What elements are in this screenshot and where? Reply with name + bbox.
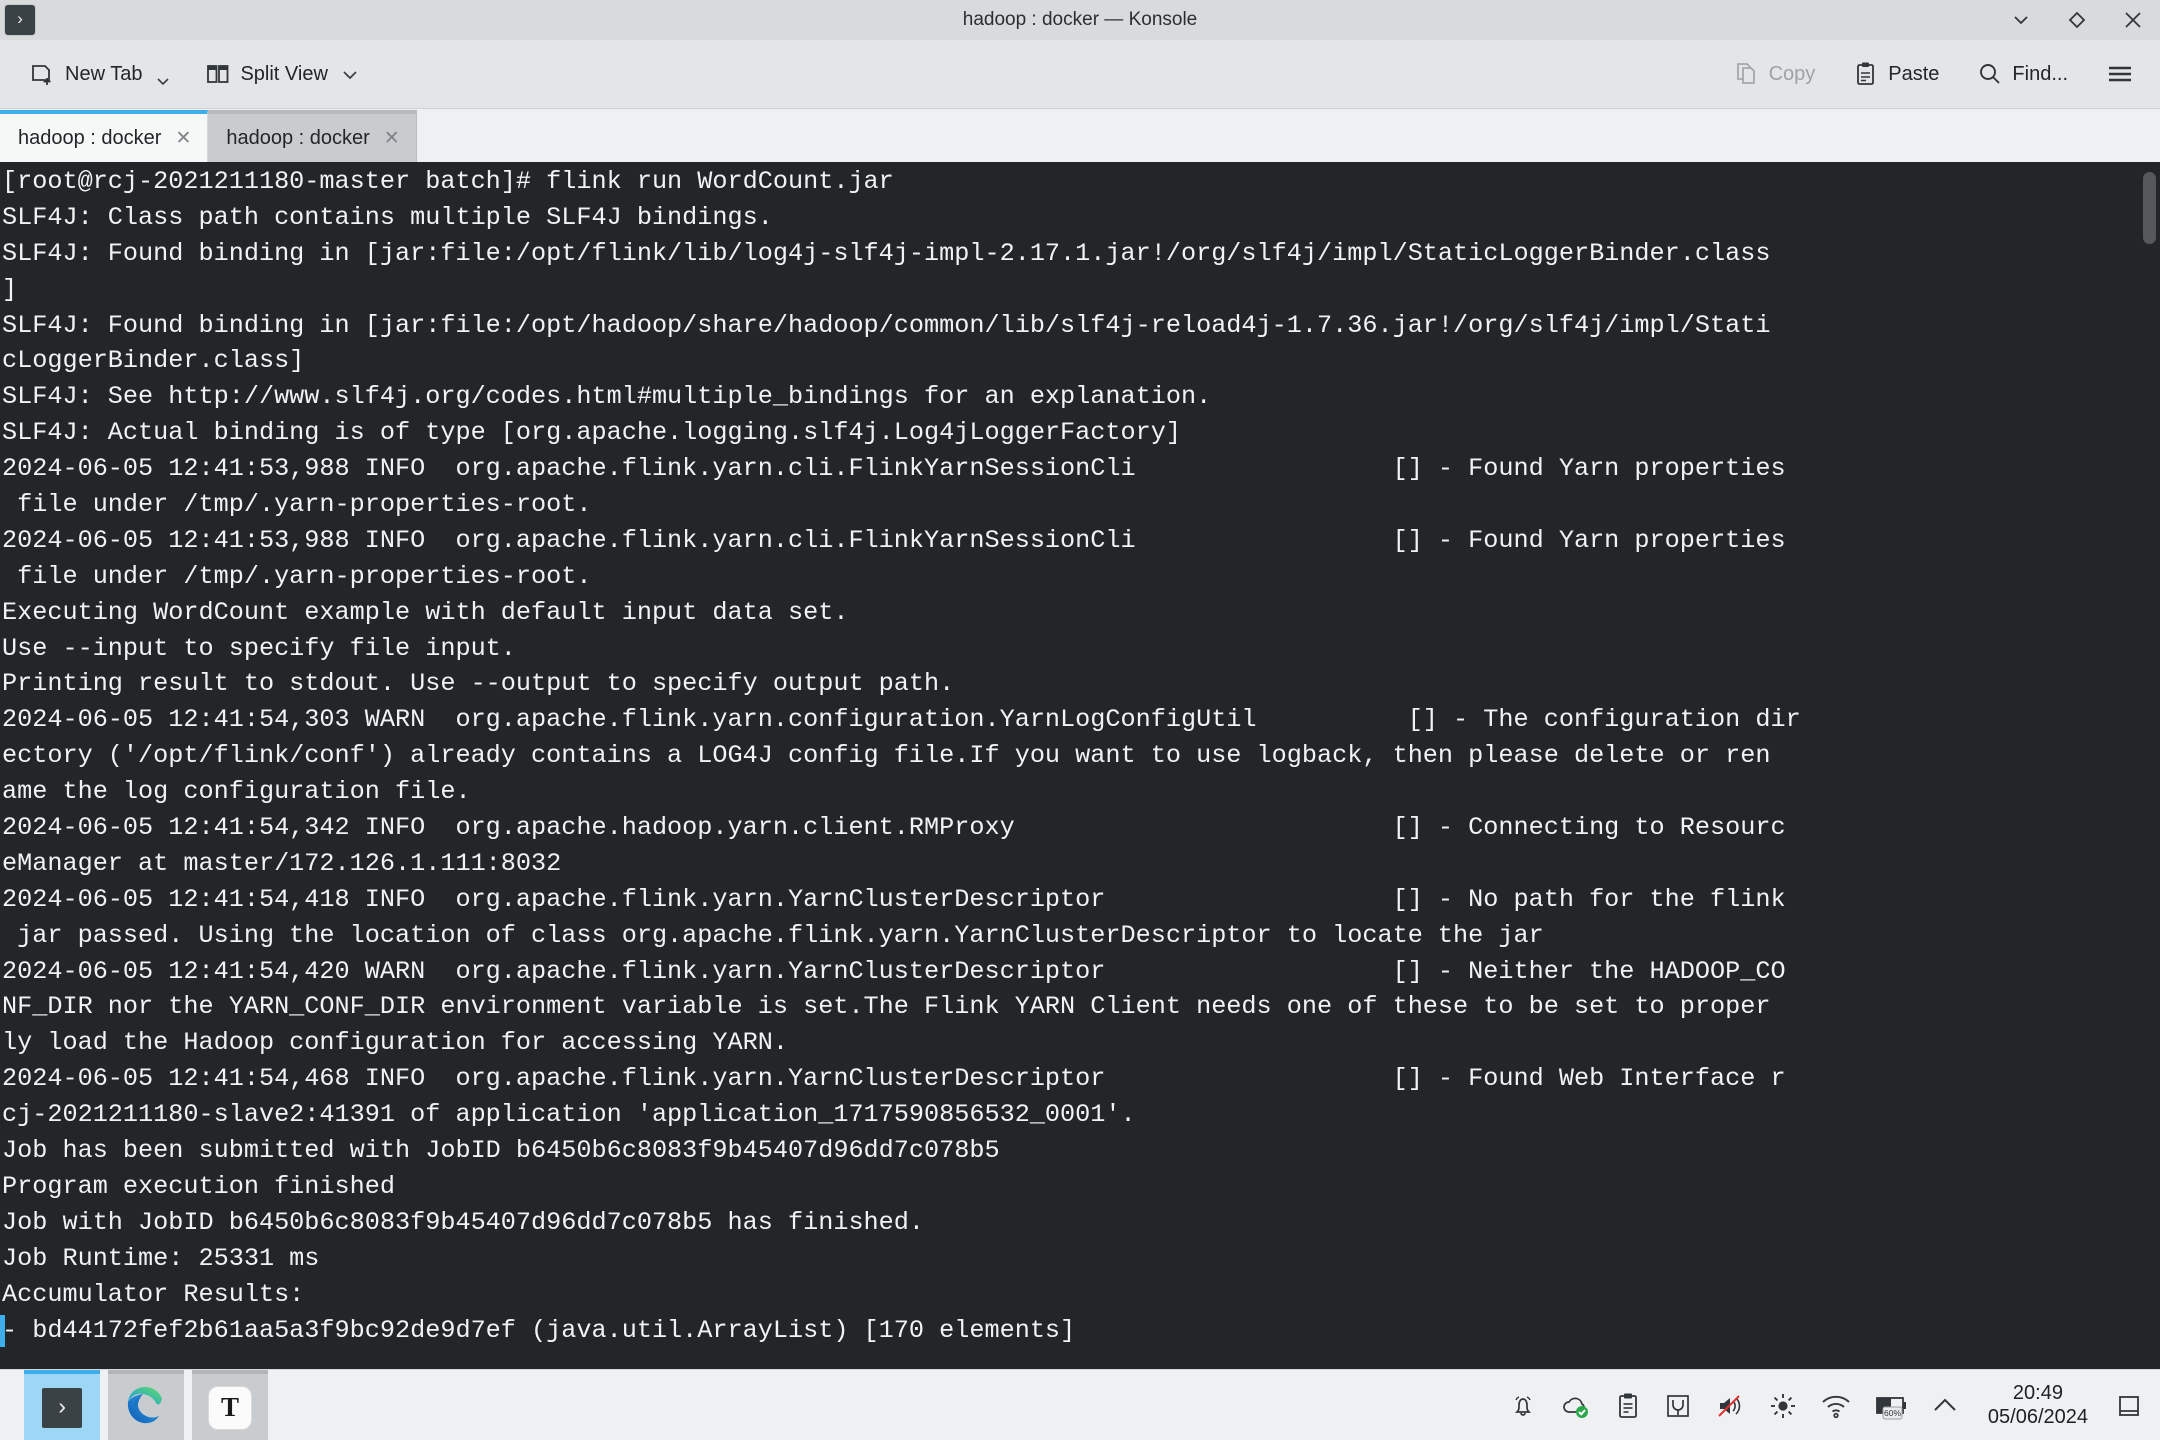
main-toolbar: New Tab Split View Copy Paste Find... xyxy=(0,40,2160,109)
toolbar-left-group: New Tab Split View xyxy=(26,55,363,93)
terminal-line: 2024-06-05 12:41:54,418 INFO org.apache.… xyxy=(2,884,1786,914)
window-titlebar: › hadoop : docker — Konsole xyxy=(0,0,2160,40)
split-view-icon xyxy=(205,61,231,87)
terminal-line: 2024-06-05 12:41:54,303 WARN org.apache.… xyxy=(2,705,1801,735)
terminal-line: SLF4J: See http://www.slf4j.org/codes.ht… xyxy=(2,382,1212,412)
chevron-up-icon[interactable] xyxy=(1930,1391,1960,1421)
terminal-line: SLF4J: Found binding in [jar:file:/opt/h… xyxy=(2,310,1771,340)
paste-button[interactable]: Paste xyxy=(1849,57,1943,91)
new-tab-label: New Tab xyxy=(65,62,143,85)
split-view-chevron-down-icon[interactable] xyxy=(341,65,359,83)
clock-date: 05/06/2024 xyxy=(1987,1405,2088,1428)
terminal-line: 2024-06-05 12:41:54,342 INFO org.apache.… xyxy=(2,813,1786,843)
terminal-line: cLoggerBinder.class] xyxy=(2,346,305,376)
konsole-icon: › xyxy=(42,1387,82,1428)
terminal-scrollbar[interactable] xyxy=(2138,162,2160,1369)
tab-label: hadoop : docker xyxy=(226,126,370,149)
minimize-button[interactable] xyxy=(2010,9,2032,31)
battery-icon[interactable]: 60% xyxy=(1874,1391,1908,1421)
terminal-line: 2024-06-05 12:41:54,468 INFO org.apache.… xyxy=(2,1064,1786,1094)
terminal-line: 2024-06-05 12:41:54,420 WARN org.apache.… xyxy=(2,956,1786,986)
paste-icon xyxy=(1853,61,1879,87)
terminal-line: [root@rcj-2021211180-master batch]# flin… xyxy=(2,167,894,196)
maximize-button[interactable] xyxy=(2066,9,2088,31)
show-desktop-button[interactable] xyxy=(2116,1370,2142,1440)
terminal-line: Use --input to specify file input. xyxy=(2,633,516,663)
konsole-prompt-glyph: › xyxy=(55,1394,69,1421)
toolbar-right-group: Copy Paste Find... xyxy=(1730,57,2138,91)
new-tab-button[interactable]: New Tab xyxy=(26,55,175,93)
konsole-window: › hadoop : docker — Konsole New Tab Spli… xyxy=(0,0,2160,1440)
terminal-line: Program execution finished xyxy=(2,1171,395,1201)
terminal-line: Job with JobID b6450b6c8083f9b45407d96dd… xyxy=(2,1207,925,1237)
terminal-line: - bd44172fef2b61aa5a3f9bc92de9d7ef (java… xyxy=(0,1313,2122,1349)
clipboard-icon[interactable] xyxy=(1614,1391,1642,1421)
terminal-output-area[interactable]: [root@rcj-2021211180-master batch]# flin… xyxy=(0,162,2160,1369)
terminal-line: SLF4J: Class path contains multiple SLF4… xyxy=(2,202,773,232)
taskbar-item-text-editor[interactable]: T xyxy=(192,1370,268,1440)
terminal-line: 2024-06-05 12:41:53,988 INFO org.apache.… xyxy=(2,525,1786,555)
terminal-line: file under /tmp/.yarn-properties-root. xyxy=(2,490,592,520)
find-button[interactable]: Find... xyxy=(1973,57,2072,91)
terminal-line: Printing result to stdout. Use --output … xyxy=(2,669,955,699)
terminal-line: SLF4J: Actual binding is of type [org.ap… xyxy=(2,418,1181,448)
copy-button[interactable]: Copy xyxy=(1730,57,1820,91)
tab-hadoop-docker-1[interactable]: hadoop : docker ✕ xyxy=(0,110,209,162)
clock-time: 20:49 xyxy=(2012,1381,2063,1404)
search-icon xyxy=(1977,61,2003,87)
speaker-muted-icon[interactable] xyxy=(1714,1391,1746,1421)
new-tab-icon xyxy=(30,61,56,87)
new-tab-chevron-down-icon[interactable] xyxy=(155,59,171,89)
terminal-line: Job has been submitted with JobID b6450b… xyxy=(2,1136,1000,1166)
cloud-sync-icon[interactable] xyxy=(1560,1391,1592,1421)
terminal-line: cj-2021211180-slave2:41391 of applicatio… xyxy=(2,1100,1136,1130)
text-editor-icon: T xyxy=(208,1385,252,1430)
terminal-line: NF_DIR nor the YARN_CONF_DIR environment… xyxy=(2,992,1771,1022)
terminal-line: ectory ('/opt/flink/conf') already conta… xyxy=(2,741,1771,771)
terminal-line: ly load the Hadoop configuration for acc… xyxy=(2,1028,788,1058)
copy-label: Copy xyxy=(1768,62,1816,85)
notification-bell-icon[interactable] xyxy=(1508,1391,1538,1421)
brightness-icon[interactable] xyxy=(1768,1391,1798,1421)
usb-device-icon[interactable] xyxy=(1664,1391,1692,1421)
window-title: hadoop : docker — Konsole xyxy=(962,9,1198,30)
tab-hadoop-docker-2[interactable]: hadoop : docker ✕ xyxy=(208,110,417,162)
system-tray: 60% 20:49 05/06/2024 xyxy=(1508,1370,2142,1440)
close-button[interactable] xyxy=(2122,9,2144,31)
terminal-line: ] xyxy=(2,274,18,304)
terminal-line: Job Runtime: 25331 ms xyxy=(2,1243,320,1273)
tab-bar: hadoop : docker ✕ hadoop : docker ✕ xyxy=(0,109,2160,163)
split-view-label: Split View xyxy=(240,62,328,85)
hamburger-menu-icon xyxy=(2106,62,2134,86)
svg-text:60%: 60% xyxy=(1884,1408,1901,1418)
window-controls xyxy=(2010,0,2144,40)
terminal-line: Accumulator Results: xyxy=(2,1279,305,1309)
hamburger-menu-button[interactable] xyxy=(2102,58,2138,90)
tab-close-icon[interactable]: ✕ xyxy=(384,129,400,148)
find-label: Find... xyxy=(2012,62,2068,85)
terminal-line: ame the log configuration file. xyxy=(2,777,471,807)
wifi-icon[interactable] xyxy=(1820,1391,1852,1421)
konsole-app-icon: › xyxy=(5,5,35,35)
terminal-line: 2024-06-05 12:41:53,988 INFO org.apache.… xyxy=(2,454,1786,484)
terminal-line: jar passed. Using the location of class … xyxy=(2,920,1544,950)
scrollbar-thumb[interactable] xyxy=(2143,172,2156,244)
copy-icon xyxy=(1734,61,1760,87)
taskbar-item-konsole[interactable]: › xyxy=(24,1370,100,1440)
terminal-text: [root@rcj-2021211180-master batch]# flin… xyxy=(0,164,2122,1348)
microsoft-edge-icon xyxy=(124,1383,168,1432)
taskbar-item-microsoft-edge[interactable] xyxy=(108,1370,184,1440)
text-editor-glyph: T xyxy=(220,1392,239,1422)
terminal-line: file under /tmp/.yarn-properties-root. xyxy=(2,561,592,591)
paste-label: Paste xyxy=(1888,62,1940,85)
terminal-line: SLF4J: Found binding in [jar:file:/opt/f… xyxy=(2,238,1771,268)
terminal-line: Executing WordCount example with default… xyxy=(2,597,849,627)
split-view-button[interactable]: Split View xyxy=(201,57,362,91)
taskbar-app-list: › T xyxy=(24,1370,268,1440)
tab-close-icon[interactable]: ✕ xyxy=(175,129,191,148)
taskbar-clock[interactable]: 20:49 05/06/2024 xyxy=(1988,1382,2088,1429)
system-taskbar: › T 60% 20:49 05/06/2024 xyxy=(0,1369,2160,1440)
terminal-line: eManager at master/172.126.1.111:8032 xyxy=(2,848,562,878)
tab-label: hadoop : docker xyxy=(18,126,162,149)
